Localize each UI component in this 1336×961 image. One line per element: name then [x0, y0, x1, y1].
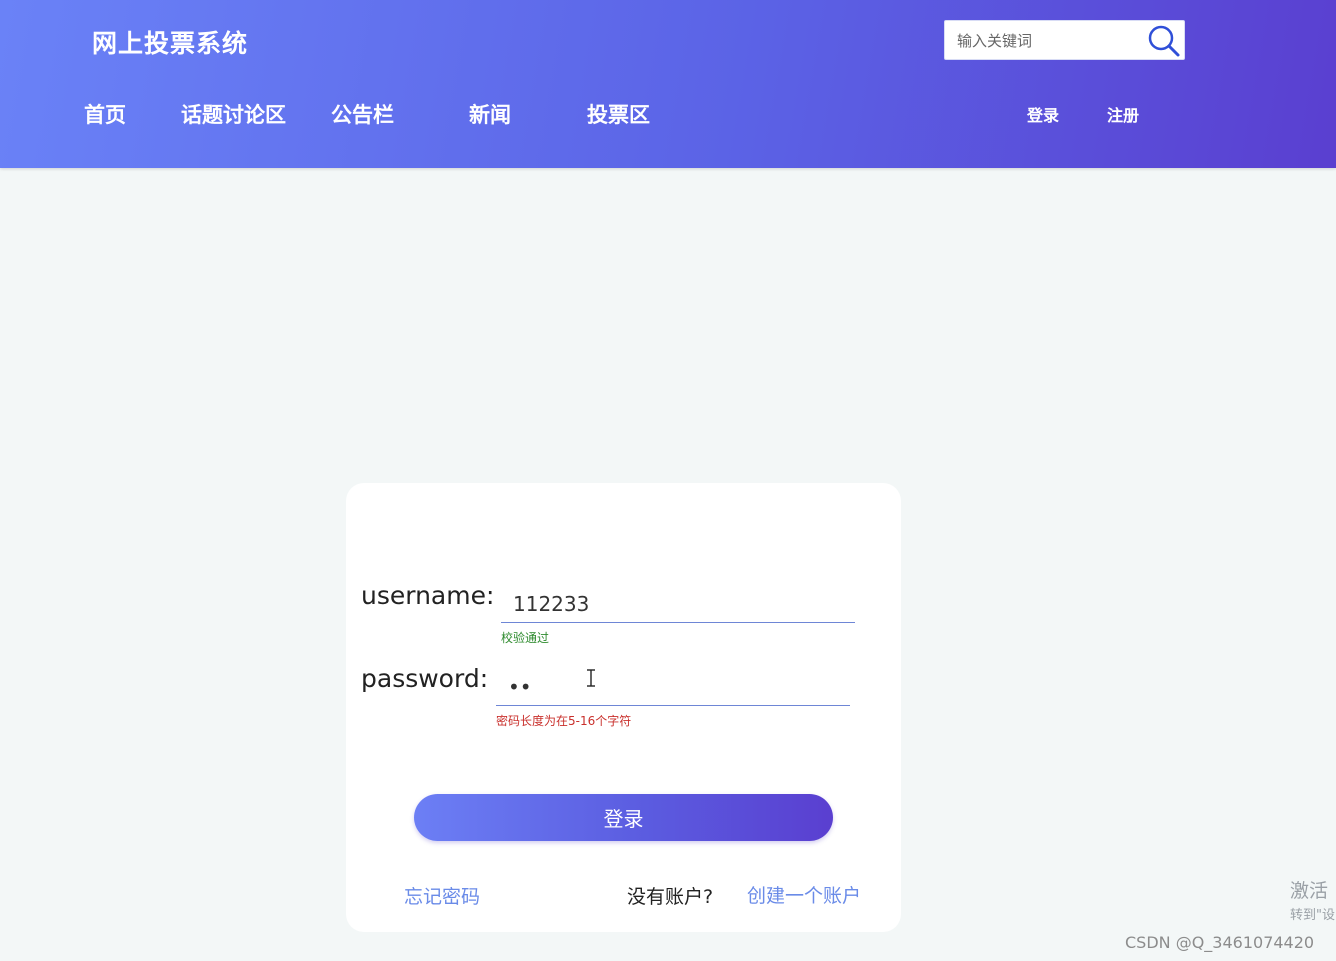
- windows-activate-text: 激活: [1290, 880, 1329, 902]
- nav-topic-discussion[interactable]: 话题讨论区: [181, 99, 286, 129]
- search-box: [944, 20, 1185, 60]
- search-icon: [1148, 25, 1180, 57]
- password-label: password:: [361, 664, 489, 693]
- header-login-link[interactable]: 登录: [1027, 102, 1059, 126]
- nav-voting-area[interactable]: 投票区: [587, 99, 650, 129]
- nav-bulletin-board[interactable]: 公告栏: [331, 99, 394, 129]
- username-label: username:: [361, 581, 495, 610]
- login-submit-button[interactable]: 登录: [414, 794, 833, 841]
- search-input[interactable]: [955, 27, 1149, 55]
- nav-home[interactable]: 首页: [84, 99, 126, 129]
- header-register-link[interactable]: 注册: [1107, 102, 1139, 126]
- top-header: 网上投票系统 首页 话题讨论区 公告栏 新闻 投票区 登录 注册: [0, 0, 1336, 168]
- login-card: username: 校验通过 password: 密码长度为在5-16个字符 登…: [346, 483, 901, 932]
- create-account-link[interactable]: 创建一个账户: [747, 881, 861, 908]
- password-input[interactable]: [496, 668, 850, 706]
- csdn-watermark: CSDN @Q_3461074420: [1125, 933, 1315, 952]
- forgot-password-link[interactable]: 忘记密码: [404, 882, 480, 909]
- text-cursor-icon: [587, 669, 595, 687]
- password-error-hint: 密码长度为在5-16个字符: [496, 714, 632, 728]
- search-button[interactable]: [1146, 23, 1182, 59]
- username-input[interactable]: [501, 585, 855, 623]
- no-account-text: 没有账户?: [627, 886, 714, 908]
- windows-activate-subtext: 转到"设: [1290, 908, 1335, 923]
- nav-news[interactable]: 新闻: [469, 99, 511, 129]
- username-valid-hint: 校验通过: [501, 631, 550, 645]
- site-title: 网上投票系统: [92, 29, 249, 58]
